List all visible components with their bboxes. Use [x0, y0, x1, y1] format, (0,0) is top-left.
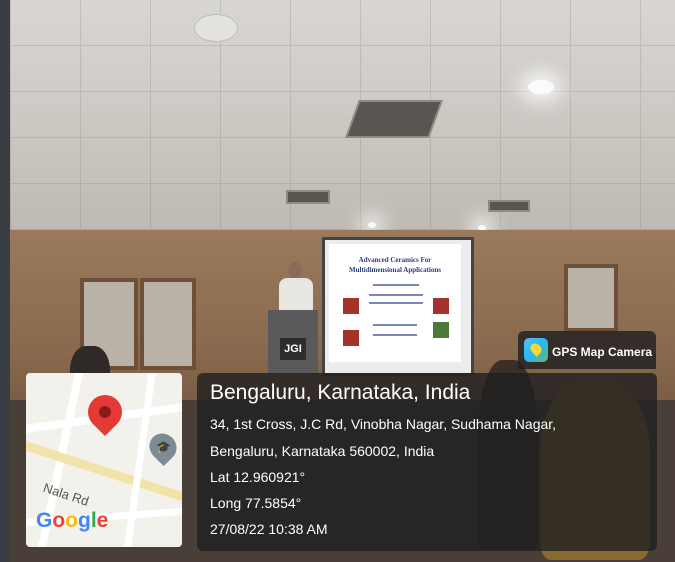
slide-text-line — [369, 294, 423, 296]
longitude: Long 77.5854° — [210, 495, 302, 511]
podium-logo: JGI — [280, 338, 306, 360]
door-far-right — [564, 264, 618, 332]
slide-text-line — [373, 324, 417, 326]
smoke-detector — [194, 14, 238, 42]
map-road — [122, 373, 157, 547]
photo-edge — [0, 0, 10, 562]
door-right — [140, 278, 196, 370]
badge-label: GPS Map Camera — [552, 345, 653, 359]
slide-title-line1: Advanced Ceramics For — [358, 256, 432, 264]
ceiling-vent — [345, 100, 443, 138]
location-pin-dot — [99, 406, 111, 418]
slide-text-line — [373, 334, 417, 336]
place-name: Bengaluru, Karnataka, India — [210, 381, 471, 404]
ceiling-light — [528, 80, 554, 94]
ceiling-tiles — [10, 0, 675, 238]
address-line-1: 34, 1st Cross, J.C Rd, Vinobha Nagar, Su… — [210, 416, 557, 432]
slide-image — [433, 298, 449, 314]
google-logo: Google — [36, 509, 109, 532]
slide-image — [343, 330, 359, 346]
address-line-2: Bengaluru, Karnataka 560002, India — [210, 443, 435, 459]
slide-image — [343, 298, 359, 314]
presentation-slide: Advanced Ceramics For Multidimensional A… — [329, 244, 461, 362]
latitude: Lat 12.960921° — [210, 469, 306, 485]
slide-image — [433, 322, 449, 338]
graduation-cap-icon: 🎓 — [156, 440, 171, 454]
slide-text-line — [373, 284, 419, 286]
speaker — [279, 262, 313, 314]
slide-title-line2: Multidimensional Applications — [349, 266, 441, 274]
slide-text-line — [369, 302, 423, 304]
ceiling-light — [368, 222, 376, 228]
ceiling-vent — [488, 200, 530, 212]
datetime: 27/08/22 10:38 AM — [210, 521, 328, 537]
ceiling-vent — [286, 190, 330, 204]
